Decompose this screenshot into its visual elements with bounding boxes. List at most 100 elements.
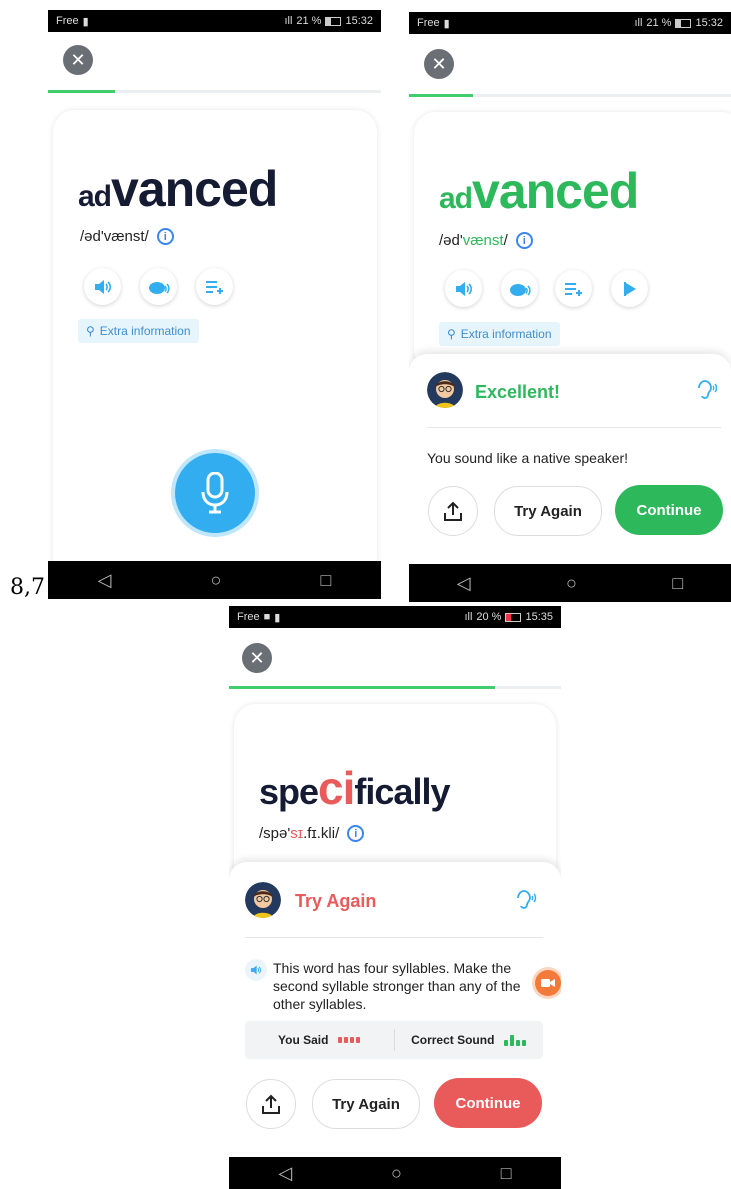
feedback-title: Excellent! <box>475 382 561 402</box>
record-button[interactable] <box>175 453 255 533</box>
battery-icon <box>325 16 342 26</box>
screen-record-button[interactable] <box>535 970 561 996</box>
lesson-progress <box>409 94 731 97</box>
target-word: advanced <box>439 162 639 220</box>
continue-button[interactable]: Continue <box>615 485 723 535</box>
android-nav-bar: ◁ ○ □ <box>48 561 381 599</box>
battery-percent: 20 % <box>476 611 502 623</box>
ipa-part: .fɪ.kli/ <box>303 825 340 842</box>
info-icon[interactable]: i <box>347 825 365 842</box>
extra-information-button[interactable]: ⚲ Extra information <box>439 322 560 346</box>
you-said-label: You Said <box>278 1033 329 1047</box>
avatar <box>427 372 463 408</box>
ipa-text: /əd'vænst/ <box>439 232 508 249</box>
try-again-button[interactable]: Try Again <box>494 486 602 536</box>
close-button[interactable]: ✕ <box>424 49 454 79</box>
share-icon <box>262 1094 280 1114</box>
back-nav-icon[interactable]: ◁ <box>98 570 112 591</box>
target-word: advanced <box>78 160 278 218</box>
avatar <box>245 882 281 918</box>
screen-recording: Free ▮ ıll 21 % 15:32 ✕ advanced /əd'vænst/… <box>48 10 381 599</box>
share-button[interactable] <box>428 486 478 536</box>
recents-nav-icon[interactable]: □ <box>672 573 683 594</box>
try-again-button[interactable]: Try Again <box>312 1079 420 1129</box>
clock: 15:32 <box>345 15 373 27</box>
battery-percent: 21 % <box>296 15 322 27</box>
phonetic-transcription: /spə'sɪ.fɪ.kli/ i <box>259 825 365 842</box>
sim-icon: ▮ <box>274 611 281 624</box>
share-button[interactable] <box>246 1079 296 1129</box>
microphone-icon <box>201 472 229 514</box>
status-bar: Free ■ ▮ ıll 20 % 15:35 <box>229 606 561 628</box>
video-camera-icon <box>541 979 555 987</box>
status-bar: Free ▮ ıll 21 % 15:32 <box>48 10 381 32</box>
sim-icon: ▮ <box>443 17 450 30</box>
back-nav-icon[interactable]: ◁ <box>278 1163 292 1184</box>
home-nav-icon[interactable]: ○ <box>391 1163 402 1184</box>
ipa-part: / <box>503 232 508 249</box>
back-nav-icon[interactable]: ◁ <box>457 573 471 594</box>
word-unstressed: ad <box>78 180 112 213</box>
speaker-icon <box>251 965 262 975</box>
correct-sound-panel: Correct Sound <box>395 1033 544 1047</box>
signal-icon: ıll <box>464 611 473 623</box>
screen-try-again-result: Free ■ ▮ ıll 20 % 15:35 ✕ specifically /spə'… <box>229 606 561 1189</box>
speaker-icon <box>455 281 472 296</box>
info-icon[interactable]: i <box>515 232 533 249</box>
clock: 15:35 <box>525 611 553 623</box>
close-button[interactable]: ✕ <box>242 643 272 673</box>
home-nav-icon[interactable]: ○ <box>566 573 577 594</box>
correct-sound-label: Correct Sound <box>411 1033 495 1047</box>
listen-button[interactable] <box>696 380 718 405</box>
add-to-list-icon <box>564 282 582 296</box>
signal-icon: ıll <box>634 17 643 29</box>
play-recording-button[interactable] <box>611 270 648 307</box>
play-audio-button[interactable] <box>84 268 121 305</box>
extra-information-button[interactable]: ⚲ Extra information <box>78 319 199 343</box>
play-hint-button[interactable] <box>245 959 267 981</box>
word-stressed-syllable: vanced <box>472 163 639 219</box>
snail-icon <box>509 283 531 296</box>
add-to-list-button[interactable] <box>555 270 592 307</box>
carrier-label: Free <box>417 17 440 29</box>
video-icon: ■ <box>263 611 271 623</box>
ear-icon <box>517 890 537 909</box>
ipa-stressed-part: sɪ <box>290 825 304 842</box>
word-stressed-syllable: vanced <box>111 161 278 217</box>
gutter-label: 8,7 <box>10 575 45 600</box>
signal-icon: ıll <box>284 15 293 27</box>
carrier-label: Free <box>237 611 260 623</box>
lesson-progress <box>48 90 381 93</box>
sound-comparison: You Said Correct Sound <box>245 1021 543 1059</box>
phonetic-transcription: /əd'vænst/ i <box>80 228 174 245</box>
play-audio-button[interactable] <box>445 270 482 307</box>
recents-nav-icon[interactable]: □ <box>321 570 332 591</box>
you-said-panel: You Said <box>245 1029 395 1051</box>
extra-information-label: Extra information <box>460 327 552 341</box>
listen-button[interactable] <box>515 890 537 915</box>
android-nav-bar: ◁ ○ □ <box>409 564 731 602</box>
feedback-message: You sound like a native speaker! <box>427 450 629 466</box>
continue-button[interactable]: Continue <box>434 1078 542 1128</box>
battery-icon <box>505 612 522 622</box>
battery-percent: 21 % <box>646 17 672 29</box>
status-bar: Free ▮ ıll 21 % 15:32 <box>409 12 731 34</box>
home-nav-icon[interactable]: ○ <box>211 570 222 591</box>
recents-nav-icon[interactable]: □ <box>501 1163 512 1184</box>
search-icon: ⚲ <box>447 327 456 341</box>
close-icon: ✕ <box>70 49 86 70</box>
play-slow-button[interactable] <box>501 270 538 307</box>
extra-information-label: Extra information <box>99 324 191 338</box>
word-part: fically <box>354 771 450 812</box>
android-nav-bar: ◁ ○ □ <box>229 1157 561 1189</box>
play-flag-icon <box>623 281 636 296</box>
lesson-progress <box>229 686 561 689</box>
ipa-part: /əd' <box>439 232 463 249</box>
play-slow-button[interactable] <box>140 268 177 305</box>
correct-sound-bars <box>504 1034 527 1046</box>
info-icon[interactable]: i <box>156 228 174 245</box>
close-button[interactable]: ✕ <box>63 45 93 75</box>
snail-icon <box>148 281 170 294</box>
add-to-list-button[interactable] <box>196 268 233 305</box>
search-icon: ⚲ <box>86 324 95 338</box>
